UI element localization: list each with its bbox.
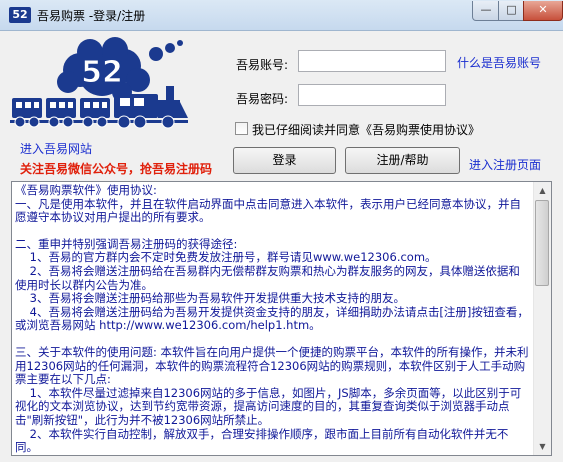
agreement-paragraph-2: 二、重申并特别强调吾易注册码的获得途径: 1、吾易的官方群内会不定时免费发放注册… <box>15 236 529 333</box>
train-logo-image: 52 <box>10 37 188 129</box>
app-icon: 52 <box>9 7 31 23</box>
agreement-paragraph-1: 《吾易购票软件》使用协议: 一、凡是使用本软件，并且在软件启动界面中点击同意进入… <box>15 183 521 225</box>
enter-register-page-link[interactable]: 进入注册页面 <box>469 156 541 173</box>
vertical-scrollbar[interactable]: ▲ ▼ <box>533 182 551 455</box>
logo-text: 52 <box>81 55 123 90</box>
register-help-button[interactable]: 注册/帮助 <box>345 147 460 174</box>
what-is-account-link[interactable]: 什么是吾易账号 <box>457 54 541 71</box>
scroll-down-icon[interactable]: ▼ <box>534 438 551 455</box>
account-label: 吾易账号: <box>236 58 289 72</box>
agreement-textarea[interactable]: 《吾易购票软件》使用协议: 一、凡是使用本软件，并且在软件启动界面中点击同意进入… <box>11 181 552 456</box>
agreement-paragraph-3: 三、关于本软件的使用问题: 本软件旨在向用户提供一个便捷的购票平台，本软件的所有… <box>15 344 529 455</box>
enter-website-link[interactable]: 进入吾易网站 <box>20 140 92 157</box>
agree-label[interactable]: 我已仔细阅读并同意《吾易购票使用协议》 <box>252 121 480 138</box>
maximize-button[interactable]: □ <box>498 1 525 21</box>
wechat-promo-link[interactable]: 关注吾易微信公众号，抢吾易注册码 <box>20 160 212 177</box>
minimize-button[interactable]: — <box>472 1 500 21</box>
scroll-up-icon[interactable]: ▲ <box>534 182 551 199</box>
login-button[interactable]: 登录 <box>233 147 336 174</box>
password-label: 吾易密码: <box>236 92 289 106</box>
agreement-content: 《吾易购票软件》使用协议: 一、凡是使用本软件，并且在软件启动界面中点击同意进入… <box>15 183 530 455</box>
scrollbar-thumb[interactable] <box>535 200 549 286</box>
account-input[interactable] <box>298 50 446 72</box>
close-button[interactable]: ✕ <box>523 1 563 21</box>
agree-checkbox[interactable] <box>235 122 248 135</box>
title-bar[interactable]: 52 吾易购票 -登录/注册 — □ ✕ <box>0 0 563 31</box>
password-input[interactable] <box>298 84 446 106</box>
window-title: 吾易购票 -登录/注册 <box>37 9 146 23</box>
